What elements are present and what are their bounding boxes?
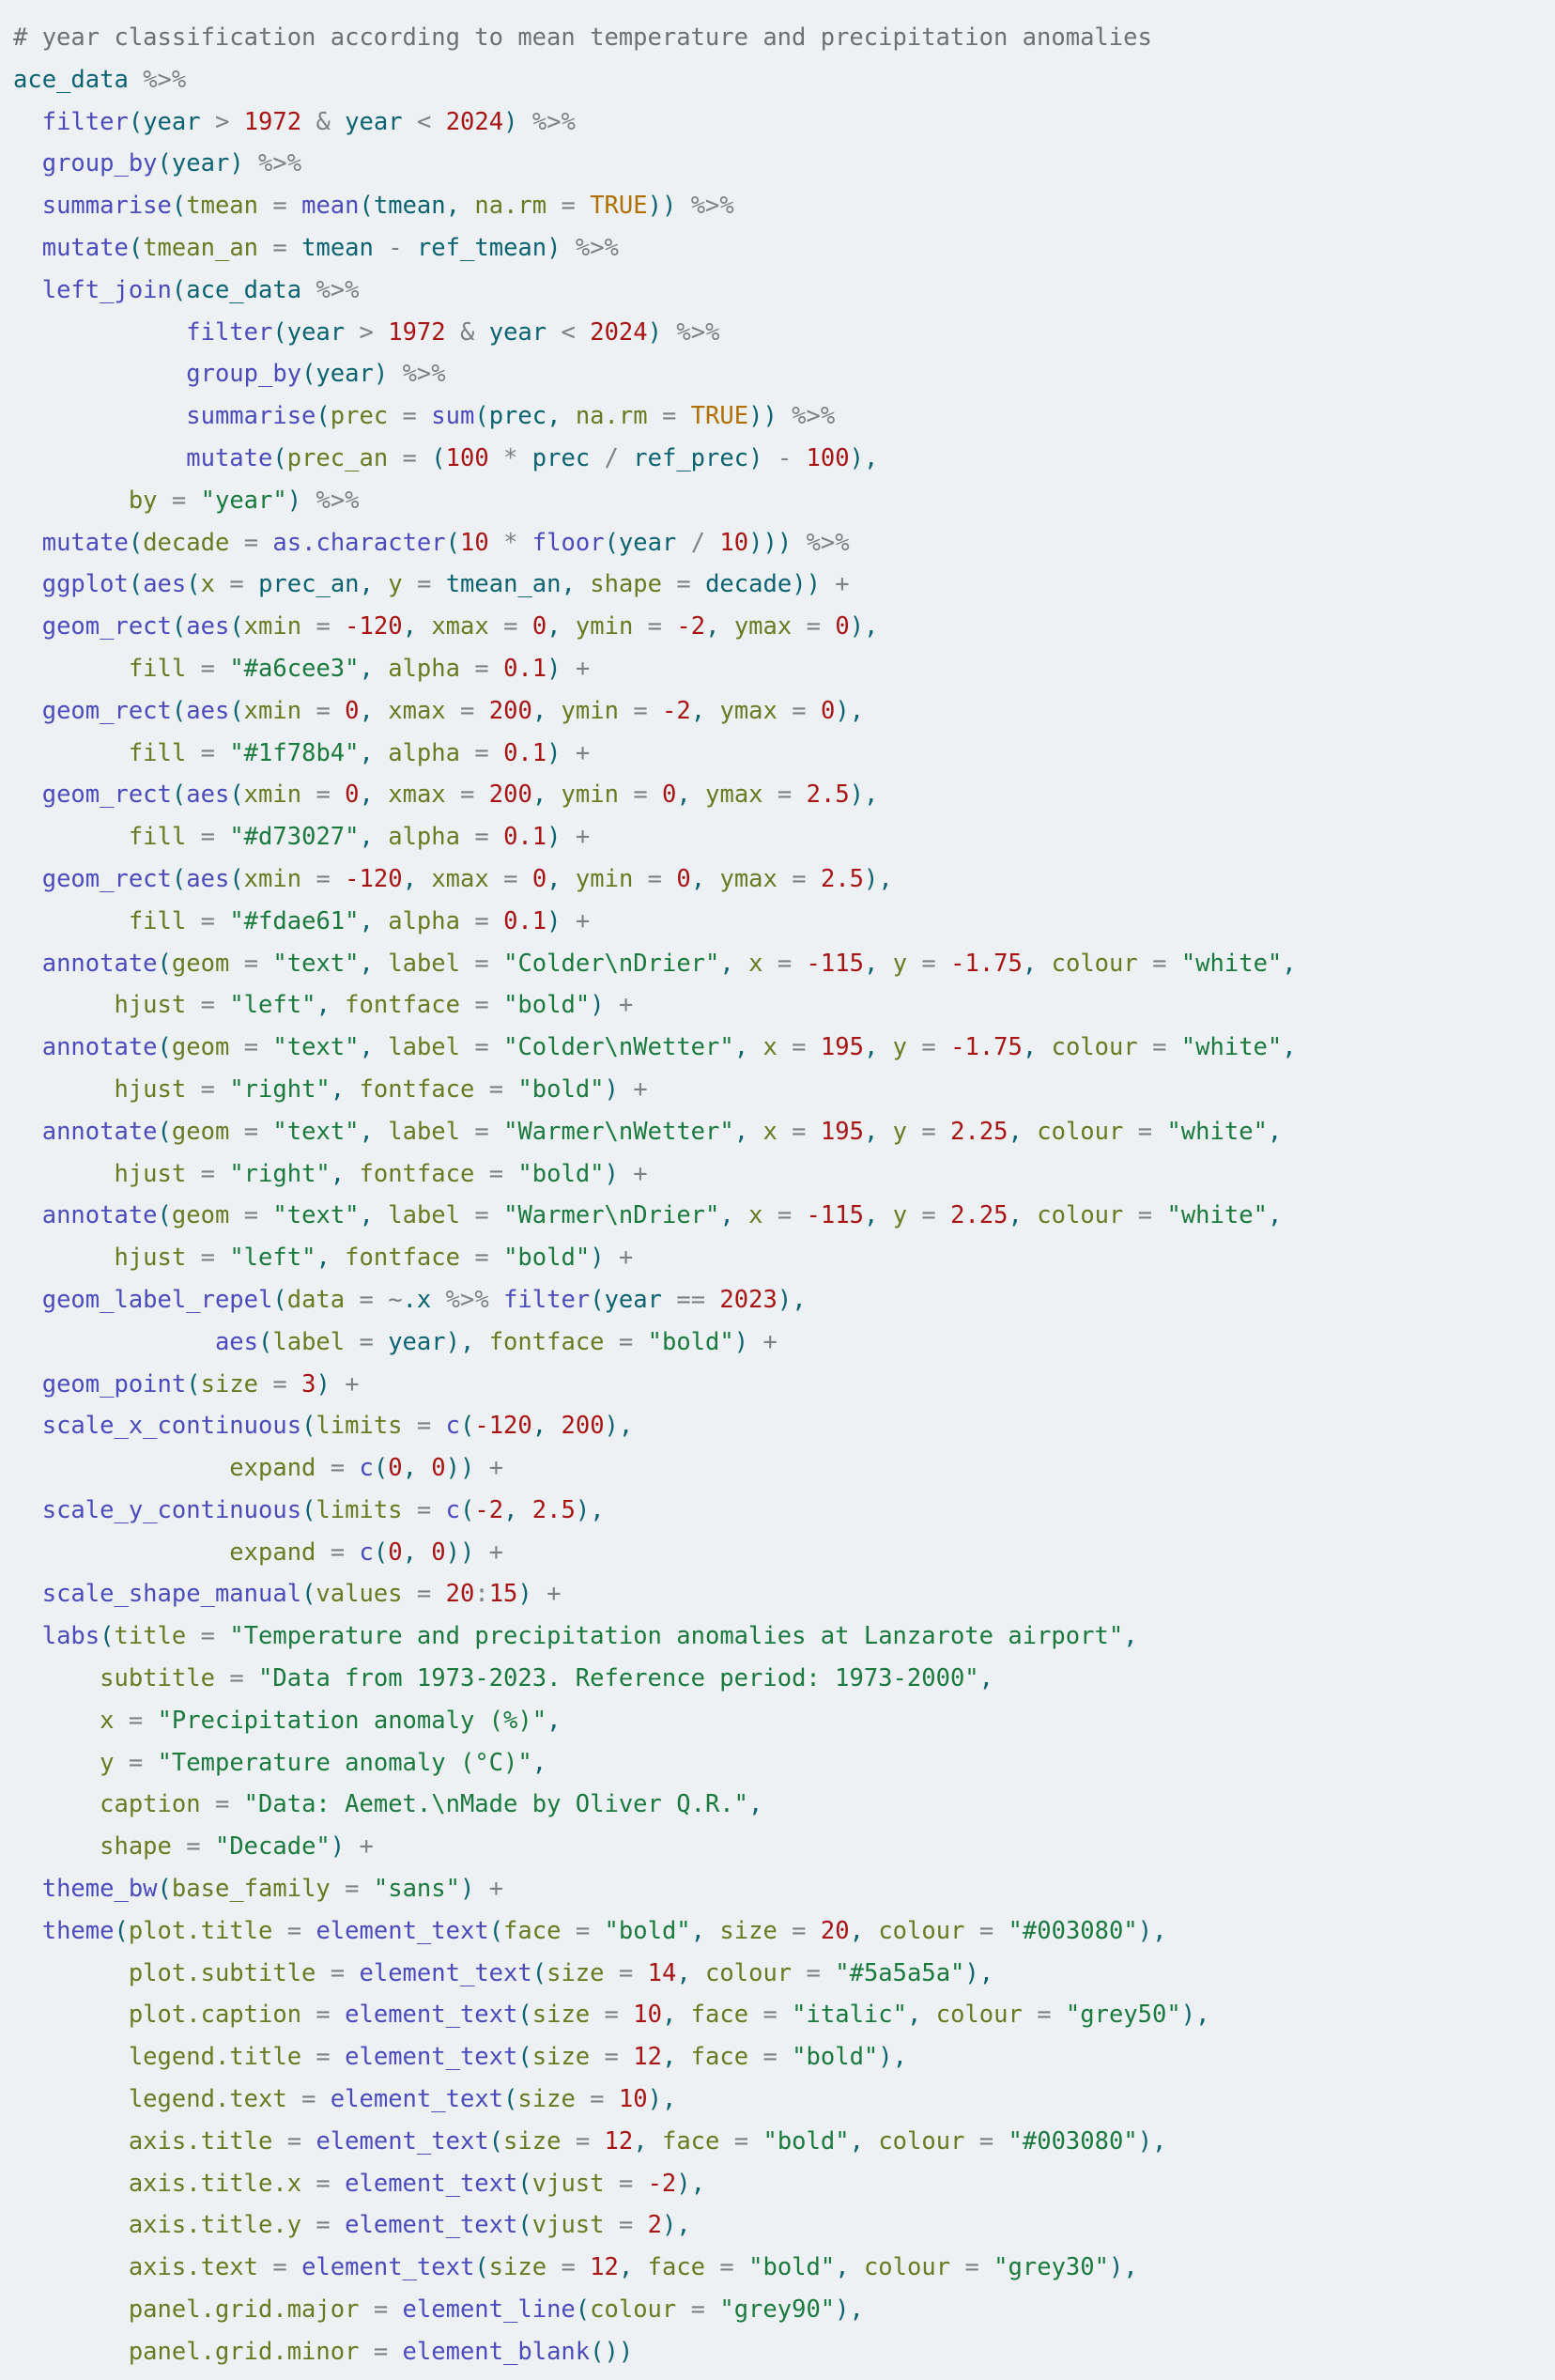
code-line: plot.caption = element_text(size = 10, f… (128, 2001, 1210, 2030)
code-line: caption = "Data: Aemet.\nMade by Oliver … (100, 1790, 763, 1819)
code-line: mutate(tmean_an = tmean - ref_tmean) %>% (41, 233, 619, 262)
code-line: annotate(geom = "text", label = "Warmer\… (41, 1201, 1283, 1230)
code-line: left_join(ace_data %>% (41, 275, 360, 304)
code-line: plot.subtitle = element_text(size = 14, … (128, 1958, 994, 1987)
code-line: annotate(geom = "text", label = "Colder\… (41, 1033, 1297, 1062)
code-line: fill = "#1f78b4", alpha = 0.1) + (128, 738, 591, 767)
code-line: panel.grid.minor = element_blank()) (128, 2337, 634, 2366)
code-line: axis.title.y = element_text(vjust = 2), (128, 2211, 691, 2240)
code-line: x = "Precipitation anomaly (%)", (100, 1706, 562, 1735)
code-line: shape = "Decade") + (100, 1832, 374, 1862)
code-line: axis.title.x = element_text(vjust = -2), (128, 2169, 706, 2198)
code-line: hjust = "right", fontface = "bold") + (114, 1159, 648, 1188)
code-line: scale_y_continuous(limits = c(-2, 2.5), (41, 1495, 605, 1524)
code-line: scale_x_continuous(limits = c(-120, 200)… (41, 1412, 634, 1441)
code-line: axis.title = element_text(size = 12, fac… (128, 2126, 1167, 2156)
code-line: ace_data %>% (13, 65, 187, 94)
code-line: fill = "#fdae61", alpha = 0.1) + (128, 906, 591, 935)
code-line: fill = "#d73027", alpha = 0.1) + (128, 823, 591, 852)
code-line: labs(title = "Temperature and precipitat… (41, 1622, 1138, 1651)
code-line: geom_rect(aes(xmin = -120, xmax = 0, ymi… (41, 612, 879, 641)
code-line: legend.title = element_text(size = 12, f… (128, 2043, 908, 2072)
code-line: annotate(geom = "text", label = "Warmer\… (41, 1117, 1283, 1146)
code-line: geom_rect(aes(xmin = 0, xmax = 200, ymin… (41, 780, 879, 810)
code-line: # year classification according to mean … (13, 23, 1152, 52)
code-line: hjust = "left", fontface = "bold") + (114, 991, 634, 1020)
code-line: filter(year > 1972 & year < 2024) %>% (41, 107, 576, 136)
code-line: axis.text = element_text(size = 12, face… (128, 2253, 1138, 2282)
code-line: hjust = "right", fontface = "bold") + (114, 1074, 648, 1104)
code-line: subtitle = "Data from 1973-2023. Referen… (100, 1664, 994, 1693)
code-block[interactable]: # year classification according to mean … (0, 0, 1555, 2373)
code-line: group_by(year) %>% (186, 360, 446, 389)
code-line: legend.text = element_text(size = 10), (128, 2085, 677, 2114)
code-line: geom_rect(aes(xmin = -120, xmax = 0, ymi… (41, 864, 893, 893)
code-line: mutate(decade = as.character(10 * floor(… (41, 528, 850, 557)
code-line: by = "year") %>% (128, 486, 360, 515)
code-line: summarise(prec = sum(prec, na.rm = TRUE)… (186, 402, 836, 431)
code-line: theme_bw(base_family = "sans") + (41, 1875, 504, 1904)
code-line: group_by(year) %>% (41, 149, 302, 178)
code-line: y = "Temperature anomaly (°C)", (100, 1748, 547, 1777)
code-line: geom_label_repel(data = ~.x %>% filter(y… (41, 1285, 807, 1314)
code-line: summarise(tmean = mean(tmean, na.rm = TR… (41, 192, 734, 221)
code-line: geom_point(size = 3) + (41, 1369, 360, 1399)
code-line: expand = c(0, 0)) + (229, 1538, 504, 1567)
code-line: geom_rect(aes(xmin = 0, xmax = 200, ymin… (41, 696, 865, 725)
code-line: expand = c(0, 0)) + (229, 1454, 504, 1483)
code-line: mutate(prec_an = (100 * prec / ref_prec)… (186, 443, 879, 472)
code-line: scale_shape_manual(values = 20:15) + (41, 1580, 562, 1609)
code-line: hjust = "left", fontface = "bold") + (114, 1244, 634, 1273)
code-line: aes(label = year), fontface = "bold") + (214, 1327, 778, 1356)
code-line: filter(year > 1972 & year < 2024) %>% (186, 317, 720, 347)
code-line: theme(plot.title = element_text(face = "… (41, 1916, 1167, 1945)
code-line: fill = "#a6cee3", alpha = 0.1) + (128, 654, 591, 683)
code-line: annotate(geom = "text", label = "Colder\… (41, 949, 1297, 978)
code-line: panel.grid.major = element_line(colour =… (128, 2295, 864, 2325)
code-line: ggplot(aes(x = prec_an, y = tmean_an, sh… (41, 570, 850, 599)
